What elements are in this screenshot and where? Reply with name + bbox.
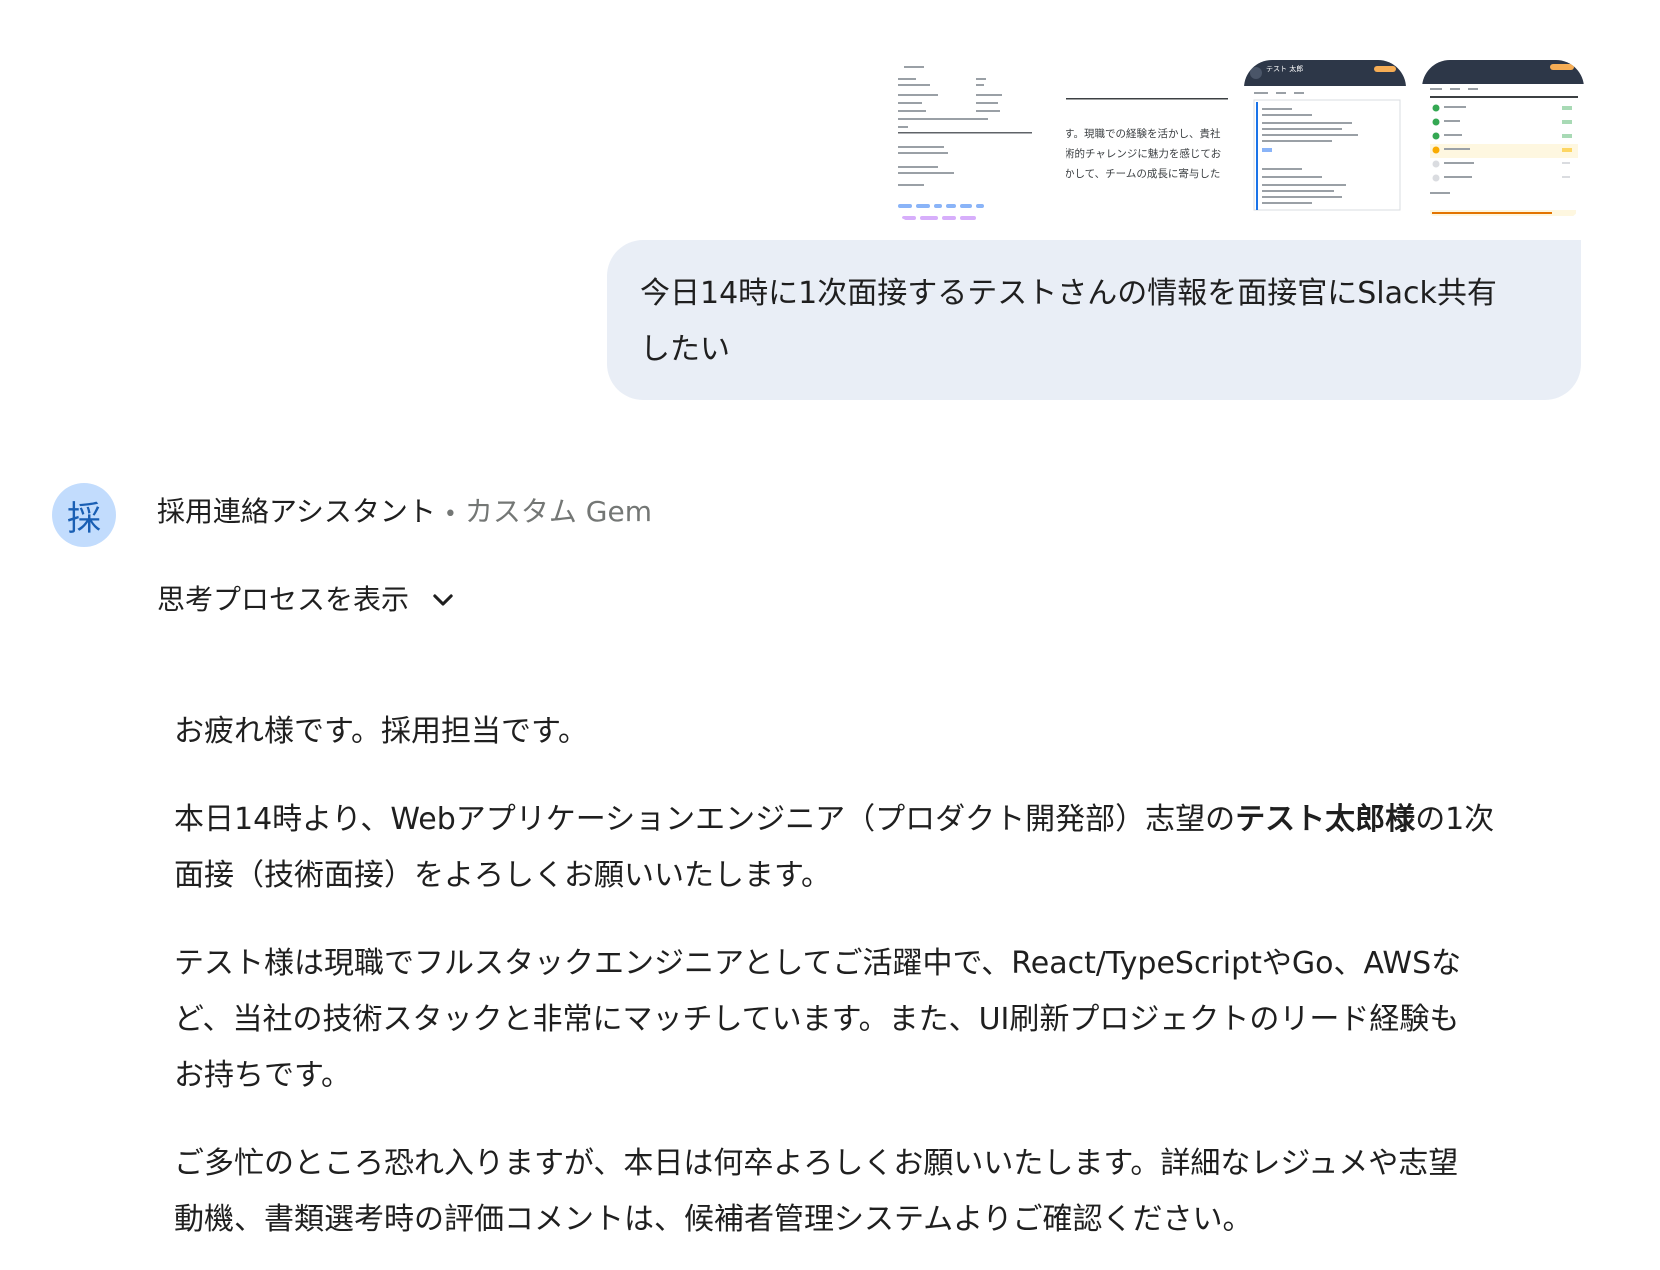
- chevron-down-icon: [433, 594, 453, 606]
- response-p4-line-2: 動機、書類選考時の評価コメントは、候補者管理システムよりご確認ください。: [174, 1202, 1253, 1237]
- response-paragraph-1: お疲れ様です。採用担当です。: [174, 714, 588, 749]
- gem-name: 採用連絡アシスタント: [157, 495, 436, 528]
- excerpt-line-1: す。現職での経験を活かし、貴社: [1066, 127, 1221, 140]
- attachment-thumb-1[interactable]: [888, 60, 1050, 222]
- gem-type-label: カスタム Gem: [464, 495, 652, 528]
- gem-avatar: 採: [52, 483, 116, 547]
- attachment-strip: す。現職での経験を活かし、貴社 術的チャレンジに魅力を感じてお かして、チームの…: [888, 60, 1584, 222]
- response-paragraph-3: テスト様は現職でフルスタックエンジニアとしてご活躍中で、React/TypeSc…: [174, 936, 1574, 1104]
- response-p2-text-c: 面接（技術面接）をよろしくお願いいたします。: [174, 858, 831, 893]
- attachment-thumb-2[interactable]: す。現職での経験を活かし、貴社 術的チャレンジに魅力を感じてお かして、チームの…: [1066, 60, 1228, 222]
- response-p3-line-3: お持ちです。: [174, 1058, 351, 1093]
- excerpt-line-3: かして、チームの成長に寄与した: [1066, 167, 1220, 180]
- response-p2-text-a: 本日14時より、Webアプリケーションエンジニア（プロダクト開発部）志望の: [174, 802, 1236, 837]
- response-paragraph-4: ご多忙のところ恐れ入りますが、本日は何卒よろしくお願いいたします。詳細なレジュメ…: [174, 1136, 1574, 1248]
- user-message-line-2: したい: [640, 332, 730, 367]
- show-thinking-label: 思考プロセスを表示: [157, 583, 410, 616]
- thumb-candidate-title: テスト 太郎: [1266, 64, 1303, 73]
- response-paragraph-2: 本日14時より、Webアプリケーションエンジニア（プロダクト開発部）志望のテスト…: [174, 792, 1574, 904]
- response-p2-text-b: の1次: [1415, 802, 1495, 837]
- response-p4-line-1: ご多忙のところ恐れ入りますが、本日は何卒よろしくお願いいたします。詳細なレジュメ…: [174, 1146, 1459, 1181]
- candidate-name-bold: テスト太郎様: [1235, 802, 1416, 837]
- user-message-line-1: 今日14時に1次面接するテストさんの情報を面接官にSlack共有: [640, 276, 1497, 311]
- response-p3-line-1: テスト様は現職でフルスタックエンジニアとしてご活躍中で、React/TypeSc…: [174, 946, 1462, 981]
- response-p3-line-2: ど、当社の技術スタックと非常にマッチしています。また、UI刷新プロジェクトのリー…: [174, 1002, 1460, 1037]
- attachment-thumb-4[interactable]: [1422, 60, 1584, 222]
- user-message-bubble: 今日14時に1次面接するテストさんの情報を面接官にSlack共有 したい: [607, 240, 1581, 400]
- chat-page: す。現職での経験を活かし、貴社 術的チャレンジに魅力を感じてお かして、チームの…: [0, 0, 1660, 1270]
- assistant-response: お疲れ様です。採用担当です。 本日14時より、Webアプリケーションエンジニア（…: [174, 704, 1574, 1270]
- gem-header: 採用連絡アシスタント • カスタム Gem: [157, 492, 652, 535]
- gem-avatar-char: 採: [67, 498, 101, 539]
- attachment-thumb-3[interactable]: テスト 太郎: [1244, 60, 1406, 222]
- excerpt-line-2: 術的チャレンジに魅力を感じてお: [1066, 147, 1221, 160]
- show-thinking-toggle[interactable]: 思考プロセスを表示: [157, 580, 457, 620]
- gem-separator: •: [443, 502, 457, 527]
